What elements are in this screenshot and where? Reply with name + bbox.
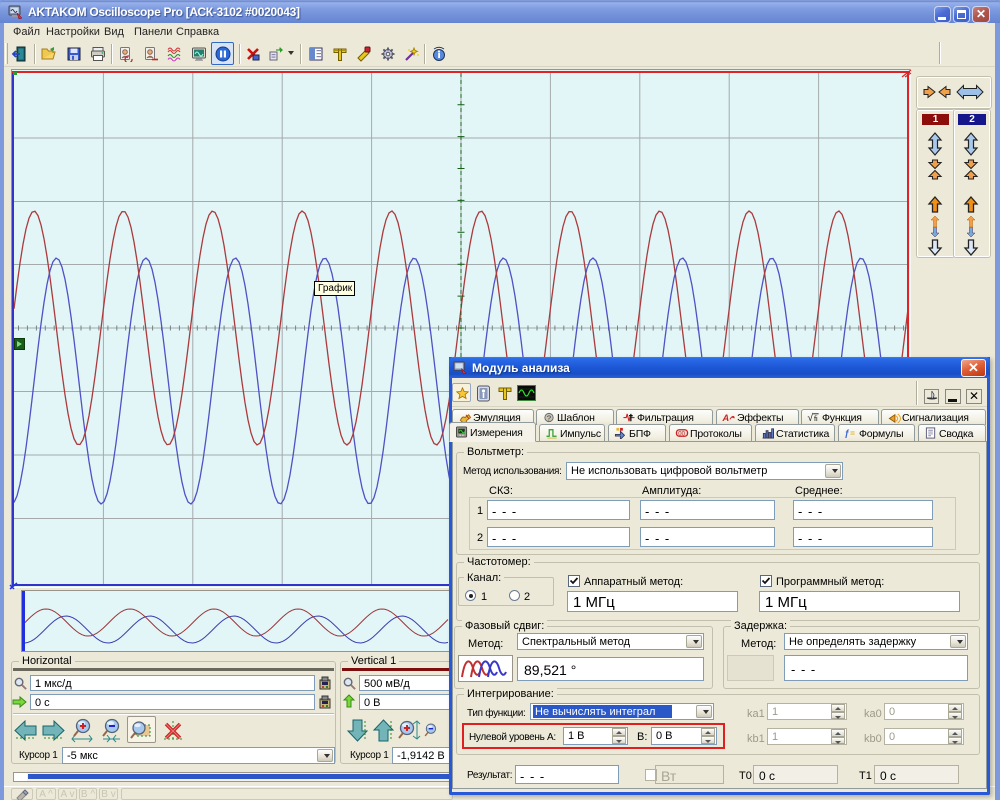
svg-text:√: √ bbox=[808, 412, 814, 424]
svg-text:00: 00 bbox=[678, 431, 685, 437]
svg-text:?: ? bbox=[547, 413, 551, 422]
svg-text:=: = bbox=[850, 428, 855, 438]
svg-text:ƒ: ƒ bbox=[845, 428, 850, 438]
svg-text:A: A bbox=[722, 413, 729, 423]
svg-text:fi: fi bbox=[814, 414, 818, 423]
